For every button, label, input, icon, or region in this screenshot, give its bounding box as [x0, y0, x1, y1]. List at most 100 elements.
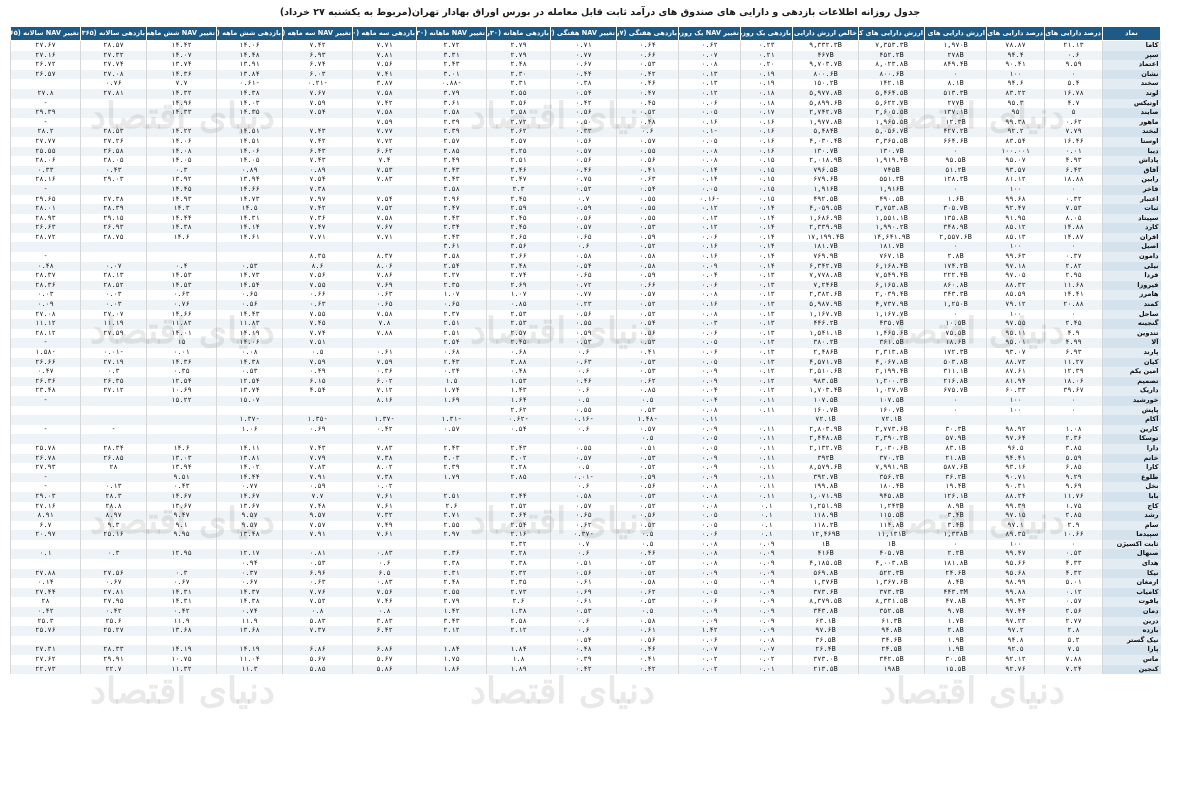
table-cell: - — [10, 117, 81, 128]
watermark-text: دنیای اقتصاد — [470, 670, 655, 712]
table-cell: ۰.۱۳ — [678, 213, 741, 224]
table-cell: ۷۴۵B — [858, 165, 925, 176]
table-cell: ۲.۱۲ — [416, 626, 487, 636]
table-cell: ۱۴.۰۱ — [146, 328, 217, 339]
table-cell: ۱۴.۱۹ — [216, 645, 283, 655]
table-cell: ۱.۵ — [416, 376, 487, 387]
table-cell: ۲.۷۳ — [486, 587, 551, 598]
table-cell: ۷.۴۷ — [282, 223, 353, 233]
table-cell — [486, 434, 551, 444]
table-cell: ۱۳.۶۸ — [146, 626, 217, 636]
table-cell: ۲۲۲.۴B — [924, 271, 987, 281]
table-cell: ۵.۶۷ — [352, 655, 417, 665]
table-cell — [146, 424, 217, 435]
table-cell: ۹۴.۴ — [986, 50, 1045, 61]
fund-symbol: خاتم — [1102, 453, 1161, 464]
table-cell: ۰.۵۶ — [616, 482, 679, 492]
table-cell: ۹۴.۸B — [858, 626, 925, 636]
table-cell: ۱۹۸B — [858, 664, 925, 675]
table-cell: ۷,۲۴۶B — [792, 280, 859, 291]
table-cell: ۲.۱۶ — [486, 530, 551, 540]
table-cell: ۱۰۰.۰۰۱ — [986, 146, 1045, 157]
column-header: بازدهی شش ماهه (۱۸۰روزه) — [216, 26, 283, 41]
table-cell: ۱,۱۶۷.۷B — [792, 309, 859, 320]
table-cell: -۰.۱۶ — [550, 415, 617, 425]
table-cell — [10, 635, 81, 646]
table-cell: ۱۴.۵۱ — [216, 136, 283, 147]
table-cell: ۹۷.۲ — [986, 626, 1045, 636]
table-cell: ۰.۱ — [740, 511, 793, 521]
table-cell: ۰.۰۵ — [678, 434, 741, 444]
table-cell: ۹۳.۵۷ — [986, 165, 1045, 176]
table-cell: ۱۴.۰۵ — [146, 156, 217, 166]
table-cell: ۷,۳۵۳.۳B — [858, 40, 925, 51]
table-cell: ۲.۳۰ — [486, 69, 551, 80]
table-cell: ۰.۰۵ — [678, 578, 741, 588]
table-row: دامون ۰.۳۷ ۹۹.۶۳ ۲.۸B ۷۶۷.۱B ۷۶۹.۹B ۰.۱۴ ۰.۱۶ ۰.… — [10, 252, 1161, 262]
fund-symbol: کاما — [1102, 40, 1161, 51]
table-cell: ۲۸.۰۵ — [80, 156, 147, 166]
table-cell: ۰.۵۲ — [616, 520, 679, 531]
table-cell: ۰.۵۶ — [550, 568, 617, 579]
table-cell: ۰.۱۲ — [1044, 587, 1103, 598]
table-cell: ۰.۰۸ — [678, 501, 741, 512]
table-cell: ۱.۷۵ — [416, 655, 487, 665]
table-cell: ۱۱.۹ — [216, 616, 283, 627]
table-cell: ۲,۳۱۳.۸B — [858, 348, 925, 358]
table-cell: ۲۸.۰۶ — [10, 156, 81, 166]
table-cell: ۰.۰۲ — [740, 655, 793, 665]
table-cell: ۱۱.۳ — [216, 664, 283, 675]
table-cell: ۲۷.۱۲ — [80, 386, 147, 396]
table-cell: ۵.۲ — [1044, 635, 1103, 646]
fund-symbol: خورشید — [1102, 395, 1161, 406]
table-cell: ۹۳.۰۷ — [986, 348, 1045, 358]
table-cell: ۷.۵۹ — [352, 117, 417, 128]
table-cell: ۱۲.۱۷ — [216, 549, 283, 560]
table-cell — [486, 482, 551, 492]
table-cell: ۰ — [924, 184, 987, 195]
table-cell: ۱۴.۲۲ — [146, 127, 217, 137]
table-cell: ۶.۰۳ — [282, 69, 353, 80]
table-cell: ۷.۵ — [1044, 645, 1103, 655]
table-cell: ۱۶۰.۷B — [792, 405, 859, 416]
table-cell: ۰.۵۸ — [616, 616, 679, 627]
table-cell: ۰.۱۱ — [740, 434, 793, 444]
table-cell: ۰.۰۹ — [740, 597, 793, 608]
table-cell: ۰.۰۶ — [678, 232, 741, 243]
table-cell: ۲۶.۷۲ — [10, 60, 81, 70]
table-cell — [10, 405, 81, 416]
table-cell: ۰.۳۳ — [10, 165, 81, 176]
table-cell: ۰.۵۸ — [616, 261, 679, 272]
table-cell: ۱۸.۰۶ — [1044, 376, 1103, 387]
table-cell: ۰.۶۶ — [616, 50, 679, 61]
table-cell: ۸۸.۲۴ — [986, 491, 1045, 502]
table-cell: ۹۹.۴۳ — [986, 597, 1045, 608]
table-cell: ۴۷.۸B — [924, 597, 987, 608]
table-cell: ۸۳.۲۲ — [986, 88, 1045, 99]
table-cell: ۷.۷۱ — [352, 232, 417, 243]
table-cell: ۵,۹۸۷.۹B — [792, 300, 859, 310]
table-cell: ۱۲.۳B — [924, 117, 987, 128]
table-cell: ۰.۰۸ — [678, 491, 741, 502]
table-cell: ۲.۳۸ — [486, 559, 551, 569]
header-row: نماددرصد دارایی های پرریسکدرصد دارایی ها… — [10, 26, 1161, 41]
table-cell: ۰.۱۲ — [740, 376, 793, 387]
table-cell: ۰.۶۷ — [146, 578, 217, 588]
table-row: طلوع ۹.۲۹ ۹۰.۷۱ ۳۶.۲B ۳۵۶.۲B ۳۹۲.۷B ۰.۱۱ ۰.۰۹ ۰.… — [10, 472, 1161, 483]
table-cell: ۳۹۲B — [792, 453, 859, 464]
table-cell: ۷.۸۸ — [352, 328, 417, 339]
table-cell: ۰.۵۶ — [616, 156, 679, 166]
table-cell: ۱.۴۲ — [416, 607, 487, 617]
table-cell: ۲.۶ — [486, 597, 551, 608]
table-cell: ۹۵.۶۶ — [986, 559, 1045, 569]
table-row: آکام ۷۲.۱B ۷۲.۱B ۰.۱۱ -۱.۴۸ -۰.۱۶ -۰.۶۲ -۱.۳۱ -۱… — [10, 415, 1161, 425]
column-header: ارزش دارایی های پرریسک — [924, 26, 987, 41]
table-cell: ۲۷.۷۴ — [80, 60, 147, 70]
table-cell: ۲۵.۶ — [80, 616, 147, 627]
table-cell: ۱۰۰ — [986, 395, 1045, 406]
table-cell: ۱۴.۵۱ — [216, 127, 283, 137]
table-cell: ۲.۶۲ — [486, 405, 551, 416]
table-cell: ۱۰۰ — [986, 309, 1045, 320]
table-cell: ۲۷.۴۴ — [10, 587, 81, 598]
fund-symbol: ساحل — [1102, 309, 1161, 320]
